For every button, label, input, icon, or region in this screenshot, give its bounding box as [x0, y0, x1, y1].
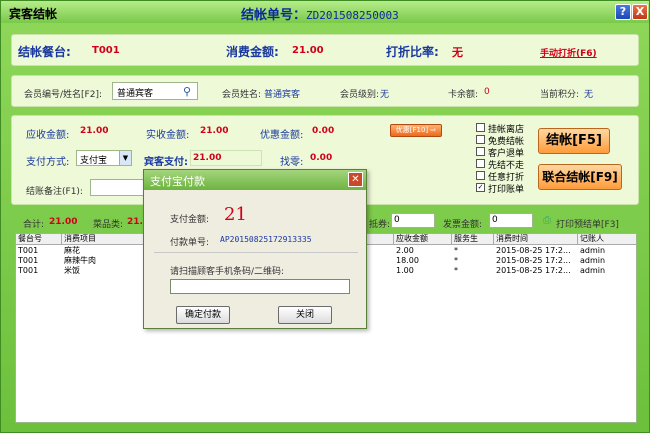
preferential-value: 0.00 [312, 126, 335, 136]
grid-cell: T001 [18, 246, 39, 255]
checkout-window: 宾客结帐 结帐单号：ZD201508250003 ? X 结帐餐台: T001 … [0, 0, 650, 433]
dialog-title: 支付宝付款 [144, 170, 366, 190]
printer-icon[interactable]: ⎙ [543, 215, 551, 226]
joint-checkout-button[interactable]: 联合结帐[F9] [538, 164, 622, 190]
member-id-label: 会员编号/姓名[F2]: [24, 90, 102, 100]
grid-cell: 2.00 [396, 246, 414, 255]
dialog-payno-label: 付款单号: [170, 238, 210, 248]
confirm-pay-button[interactable]: 确定付款 [176, 306, 230, 324]
option-checkbox[interactable] [476, 159, 485, 168]
checkout-button[interactable]: 结帐[F5] [538, 128, 610, 154]
discount-value: 无 [452, 46, 463, 59]
grid-cell: admin [580, 246, 606, 255]
title-bar: 宾客结帐 结帐单号：ZD201508250003 ? X [1, 1, 649, 23]
preferential-label: 优惠金额: [260, 130, 304, 141]
divider [154, 252, 358, 253]
table-label: 结帐餐台: [18, 45, 71, 59]
amount-label: 消费金额: [226, 45, 279, 59]
option-label: 打印账单 [488, 185, 525, 195]
header-panel: 结帐餐台: T001 消费金额: 21.00 打折比率: 无 手动打折(F6) [11, 34, 639, 66]
discount-label: 打折比率: [386, 45, 439, 59]
dish-value: 21. [127, 217, 143, 227]
help-button[interactable]: ? [615, 4, 631, 20]
guest-pay-value: 21.00 [193, 153, 222, 163]
pay-method-label: 支付方式: [26, 157, 70, 168]
voucher-label: 抵券: [369, 220, 391, 230]
member-name-label: 会员姓名: [222, 90, 262, 100]
member-level-label: 会员级别: [340, 90, 380, 100]
grid-cell: 2015-08-25 17:2... [496, 266, 571, 275]
window-title: 宾客结帐 [9, 7, 58, 21]
member-panel: 会员编号/姓名[F2]: 普通宾客 ⚲ 会员姓名: 普通宾客 会员级别: 无 卡… [11, 75, 639, 107]
receivable-label: 应收金额: [26, 130, 70, 141]
received-value: 21.00 [200, 126, 229, 136]
dialog-amount-label: 支付金额: [170, 215, 210, 225]
option-checkbox[interactable] [476, 123, 485, 132]
grid-cell: * [454, 256, 458, 265]
grid-cell: T001 [18, 266, 39, 275]
card-balance-value: 0 [484, 87, 490, 97]
member-search-value: 普通宾客 [117, 89, 154, 99]
change-label: 找零: [280, 157, 304, 168]
grid-cell: 2015-08-25 17:2... [496, 256, 571, 265]
dialog-close-button[interactable]: 关闭 [278, 306, 332, 324]
dialog-amount-value: 21 [224, 204, 247, 225]
member-search-input[interactable]: 普通宾客 ⚲ [112, 82, 198, 100]
dialog-close-icon[interactable]: ✕ [348, 172, 363, 187]
member-name-value: 普通宾客 [264, 90, 301, 100]
grid-cell: 1.00 [396, 266, 414, 275]
points-value: 无 [584, 90, 594, 100]
grid-column-header[interactable]: 应收金额 [394, 234, 452, 245]
bill-number: 结帐单号：ZD201508250003 [241, 8, 399, 23]
invoice-label: 发票金额: [443, 220, 483, 230]
invoice-input[interactable]: 0 [489, 213, 533, 228]
grid-cell: * [454, 266, 458, 275]
option-checkbox[interactable]: ✓ [476, 183, 485, 192]
pay-method-select[interactable]: 支付宝 ▼ [76, 150, 132, 166]
chevron-down-icon[interactable]: ▼ [119, 151, 131, 165]
received-label: 实收金额: [146, 130, 190, 141]
grid-cell: T001 [18, 256, 39, 265]
search-icon[interactable]: ⚲ [183, 85, 191, 98]
manual-discount-link[interactable]: 手动打折(F6) [540, 46, 597, 59]
guest-pay-label: 宾客支付: [144, 157, 188, 168]
dish-label: 菜品类: [93, 220, 124, 230]
grid-cell: admin [580, 256, 606, 265]
guest-pay-input[interactable]: 21.00 [190, 150, 262, 166]
coupon-button[interactable]: 优惠[F10] ⇨ [390, 124, 442, 137]
grid-cell: 18.00 [396, 256, 419, 265]
option-checkbox[interactable] [476, 135, 485, 144]
grid-column-header[interactable]: 餐台号 [16, 234, 62, 245]
change-value: 0.00 [310, 153, 333, 163]
option-checkbox[interactable] [476, 147, 485, 156]
receivable-value: 21.00 [80, 126, 109, 136]
close-window-button[interactable]: X [632, 4, 648, 20]
amount-value: 21.00 [292, 45, 324, 56]
card-balance-label: 卡余额: [448, 90, 479, 100]
grid-column-header[interactable]: 记账人 [578, 234, 636, 245]
grid-cell: 2015-08-25 17:2... [496, 246, 571, 255]
points-label: 当前积分: [540, 90, 580, 100]
grid-column-header[interactable]: 服务生 [452, 234, 494, 245]
member-level-value: 无 [380, 90, 390, 100]
pay-method-value: 支付宝 [80, 156, 108, 166]
grid-column-header[interactable]: 消费时间 [494, 234, 578, 245]
dialog-scan-label: 请扫描顾客手机条码/二维码: [170, 267, 285, 277]
grid-cell: * [454, 246, 458, 255]
total-label: 合计: [23, 220, 45, 230]
dialog-payno-value: AP20150825172913335 [220, 235, 312, 244]
total-value: 21.00 [49, 217, 78, 227]
voucher-input[interactable]: 0 [391, 213, 435, 228]
grid-cell: admin [580, 266, 606, 275]
option-checkbox[interactable] [476, 171, 485, 180]
scan-code-input[interactable] [170, 279, 350, 294]
alipay-dialog: 支付宝付款 ✕ 支付金额: 21 付款单号: AP201508251729133… [143, 169, 367, 329]
print-pre-button[interactable]: 打印预结单[F3] [556, 217, 619, 230]
remark-label: 结账备注(F1): [26, 187, 83, 197]
table-value: T001 [92, 45, 120, 56]
